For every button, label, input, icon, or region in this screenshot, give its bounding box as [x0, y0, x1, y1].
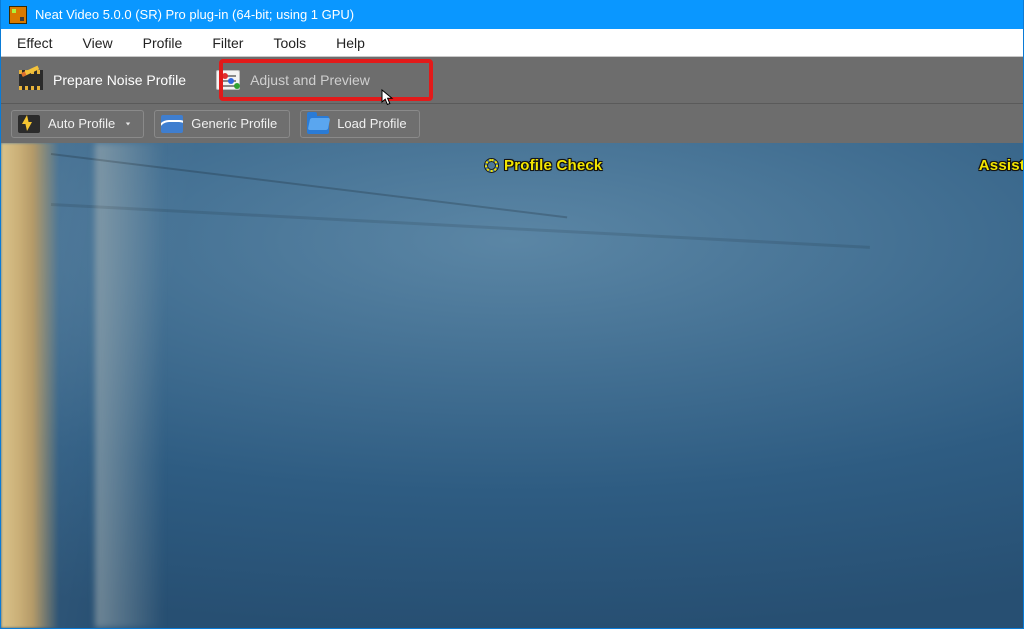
- tabstrip: Prepare Noise Profile Adjust and Preview: [1, 57, 1023, 103]
- menu-view[interactable]: View: [77, 33, 119, 53]
- chevron-down-icon: [125, 121, 131, 127]
- tab-label: Prepare Noise Profile: [53, 72, 186, 88]
- tab-prepare-noise-profile[interactable]: Prepare Noise Profile: [11, 61, 202, 99]
- folder-open-icon: [307, 116, 329, 134]
- menu-effect[interactable]: Effect: [11, 33, 59, 53]
- menu-profile[interactable]: Profile: [137, 33, 189, 53]
- wave-icon: [161, 115, 183, 133]
- button-label: Auto Profile: [48, 116, 115, 131]
- button-label: Load Profile: [337, 116, 406, 131]
- tab-adjust-and-preview[interactable]: Adjust and Preview: [208, 61, 386, 99]
- overlay-text: Assist: [979, 157, 1023, 174]
- profile-toolbar: Auto Profile Generic Profile Load Profil…: [1, 103, 1023, 143]
- profile-check-link[interactable]: Profile Check: [485, 157, 602, 174]
- gear-icon: [485, 159, 498, 172]
- load-profile-button[interactable]: Load Profile: [300, 110, 419, 138]
- app-icon: [9, 6, 27, 24]
- tab-label: Adjust and Preview: [250, 72, 370, 88]
- titlebar: Neat Video 5.0.0 (SR) Pro plug-in (64-bi…: [1, 0, 1023, 29]
- menubar: Effect View Profile Filter Tools Help: [1, 29, 1023, 57]
- menu-tools[interactable]: Tools: [267, 33, 312, 53]
- film-icon: [19, 70, 43, 90]
- menu-filter[interactable]: Filter: [206, 33, 249, 53]
- generic-profile-button[interactable]: Generic Profile: [154, 110, 290, 138]
- auto-profile-button[interactable]: Auto Profile: [11, 110, 144, 138]
- sliders-icon: [216, 70, 240, 90]
- preview-image-streak: [1, 143, 59, 628]
- window-title: Neat Video 5.0.0 (SR) Pro plug-in (64-bi…: [35, 7, 354, 22]
- menu-help[interactable]: Help: [330, 33, 371, 53]
- preview-viewport[interactable]: Profile Check Assist: [1, 143, 1023, 628]
- overlay-text: Profile Check: [504, 157, 602, 174]
- button-label: Generic Profile: [191, 116, 277, 131]
- assist-link[interactable]: Assist: [979, 157, 1023, 174]
- lightning-icon: [18, 115, 40, 133]
